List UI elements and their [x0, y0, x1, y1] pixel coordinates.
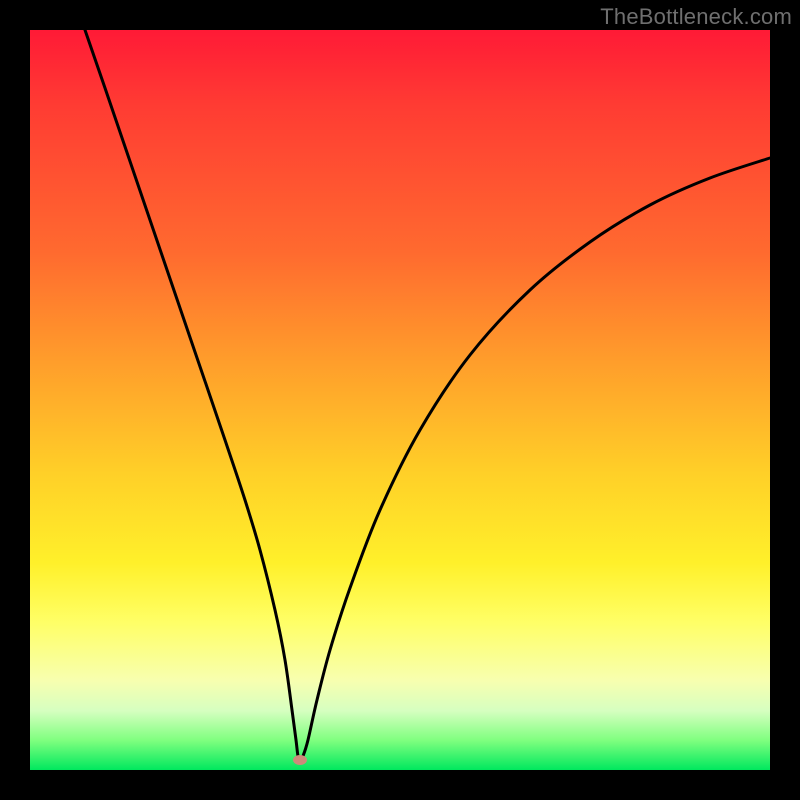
- chart-frame: TheBottleneck.com: [0, 0, 800, 800]
- optimum-marker: [293, 755, 307, 765]
- watermark-text: TheBottleneck.com: [600, 4, 792, 30]
- curve-path: [85, 30, 770, 760]
- bottleneck-curve: [30, 30, 770, 770]
- plot-area: [30, 30, 770, 770]
